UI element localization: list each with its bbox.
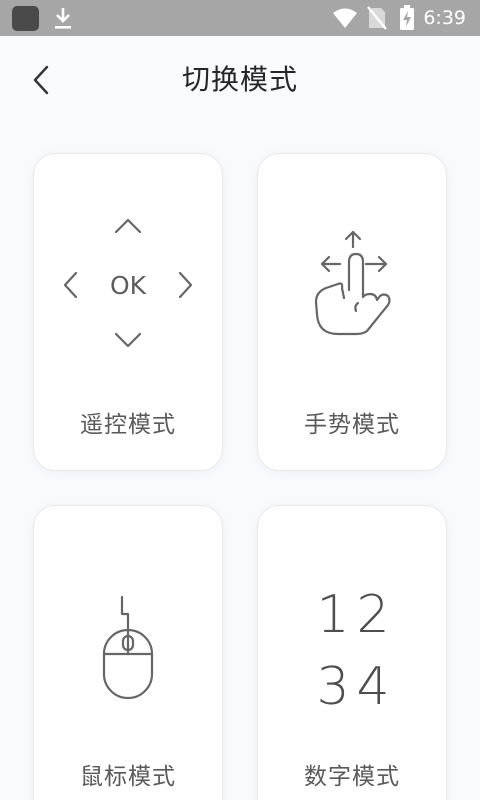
status-bar: 6:39 xyxy=(0,0,480,36)
remote-mode-card[interactable]: OK 遥控模式 xyxy=(33,153,223,471)
gesture-mode-label: 手势模式 xyxy=(304,412,400,438)
header: 切换模式 xyxy=(0,36,480,124)
status-time: 6:39 xyxy=(423,7,466,29)
digit-2: 2 xyxy=(356,585,389,645)
mouse-mode-card[interactable]: 鼠标模式 xyxy=(33,505,223,800)
digit-1: 1 xyxy=(316,585,349,645)
remote-mode-label: 遥控模式 xyxy=(80,412,176,438)
gesture-mode-card[interactable]: 手势模式 xyxy=(257,153,447,471)
numbers-icon: 1 2 3 4 xyxy=(316,585,389,717)
no-sim-icon xyxy=(367,6,387,30)
number-mode-card[interactable]: 1 2 3 4 数字模式 xyxy=(257,505,447,800)
number-mode-label: 数字模式 xyxy=(304,764,400,790)
download-icon xyxy=(55,8,71,29)
mouse-mode-label: 鼠标模式 xyxy=(80,764,176,790)
digit-4: 4 xyxy=(356,657,389,717)
battery-charging-icon xyxy=(400,5,414,30)
wifi-icon xyxy=(333,8,357,28)
app-notification-icon xyxy=(12,6,39,31)
hand-gesture-icon xyxy=(314,230,391,336)
digit-3: 3 xyxy=(316,657,349,717)
remote-dpad-icon: OK xyxy=(63,218,193,348)
ok-text: OK xyxy=(110,271,147,300)
mouse-icon xyxy=(102,595,154,700)
page-title: 切换模式 xyxy=(181,63,298,96)
